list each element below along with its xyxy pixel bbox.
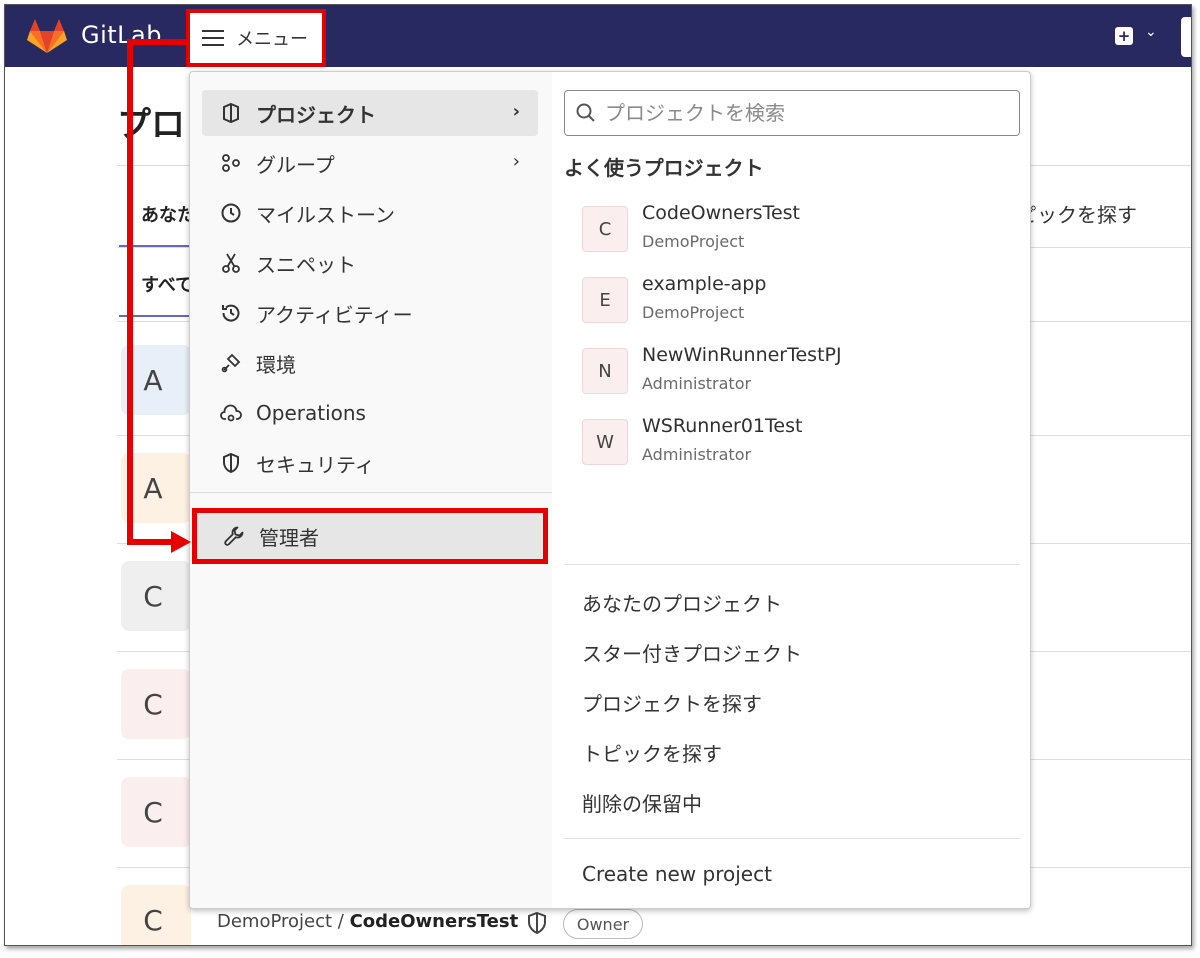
link-pending-deletion[interactable]: 削除の保留中 <box>582 788 702 817</box>
tab-your-projects[interactable]: あなた <box>141 201 195 227</box>
project-avatar: N <box>582 348 628 394</box>
menu-item-environments[interactable]: 環境 <box>202 340 538 386</box>
frequent-project-item[interactable]: E example-app DemoProject <box>582 271 1002 327</box>
subtab-all[interactable]: すべて <box>141 271 193 297</box>
environment-icon <box>221 353 241 373</box>
browser-frame: GitLab メニュー + ⌄ プロ あなた ピックを探す すべて A A C … <box>4 4 1192 946</box>
menu-divider <box>564 564 1020 565</box>
main-menu-dropdown: プロジェクト › グループ › マイルストーン スニペット アクティビティー 環… <box>189 71 1031 909</box>
hamburger-icon <box>202 30 224 46</box>
menu-nav-panel: プロジェクト › グループ › マイルストーン スニペット アクティビティー 環… <box>190 72 552 908</box>
gitlab-logo-icon[interactable] <box>27 19 67 55</box>
menu-item-label: セキュリティ <box>256 452 375 477</box>
clock-icon <box>221 203 241 223</box>
project-avatar[interactable]: C <box>121 669 191 739</box>
project-namespace: DemoProject <box>642 232 745 251</box>
tab-explore-topics[interactable]: ピックを探す <box>1017 199 1137 228</box>
link-create-new-project[interactable]: Create new project <box>582 862 772 886</box>
link-explore-topics[interactable]: トピックを探す <box>582 738 722 767</box>
chevron-right-icon: › <box>512 151 520 172</box>
annotation-connector <box>127 39 189 45</box>
project-avatar[interactable]: C <box>121 885 191 945</box>
project-search-input[interactable] <box>605 101 1005 125</box>
project-namespace: Administrator <box>642 445 752 464</box>
project-name: NewWinRunnerTestPJ <box>642 344 842 366</box>
search-icon <box>576 103 595 122</box>
annotation-arrowhead <box>171 531 191 553</box>
wrench-icon <box>224 526 244 546</box>
project-namespace: DemoProject / <box>217 911 350 932</box>
frequent-project-item[interactable]: C CodeOwnersTest DemoProject <box>582 200 1002 256</box>
project-avatar[interactable]: C <box>121 561 191 631</box>
project-namespace: Administrator <box>642 374 752 393</box>
project-name: example-app <box>642 273 767 295</box>
cloud-gear-icon <box>220 404 242 422</box>
menu-item-label: マイルストーン <box>256 202 395 227</box>
project-avatar: C <box>582 206 628 252</box>
history-icon <box>222 304 240 322</box>
role-badge: Owner <box>563 909 643 939</box>
annotation-connector <box>127 539 173 545</box>
project-name: CodeOwnersTest <box>642 202 800 224</box>
search-field-edge <box>1181 17 1191 57</box>
project-row-title[interactable]: DemoProject / CodeOwnersTest <box>217 911 518 932</box>
menu-item-security[interactable]: セキュリティ <box>202 440 538 486</box>
menu-item-label: アクティビティー <box>256 302 413 327</box>
frequent-project-item[interactable]: N NewWinRunnerTestPJ Administrator <box>582 342 1002 398</box>
menu-button-label: メニュー <box>236 29 308 50</box>
menu-item-label: 環境 <box>256 352 296 377</box>
chevron-down-icon[interactable]: ⌄ <box>1145 24 1157 40</box>
menu-divider <box>190 492 552 493</box>
project-avatar: E <box>582 277 628 323</box>
group-icon <box>222 154 240 172</box>
project-namespace: DemoProject <box>642 303 745 322</box>
menu-item-milestones[interactable]: マイルストーン <box>202 190 538 236</box>
link-explore-projects[interactable]: プロジェクトを探す <box>582 688 762 717</box>
menu-item-label: Operations <box>256 401 366 425</box>
project-name: WSRunner01Test <box>642 415 803 437</box>
project-name[interactable]: CodeOwnersTest <box>350 911 519 932</box>
project-icon <box>223 102 239 124</box>
chevron-right-icon: › <box>512 101 520 122</box>
project-search-box[interactable] <box>564 90 1020 136</box>
scissors-icon <box>222 253 240 273</box>
link-your-projects[interactable]: あなたのプロジェクト <box>582 588 782 617</box>
menu-item-projects[interactable]: プロジェクト › <box>202 90 538 136</box>
menu-item-operations[interactable]: Operations <box>202 390 538 436</box>
frequent-project-item[interactable]: W WSRunner01Test Administrator <box>582 413 1002 469</box>
menu-item-label: グループ <box>256 152 335 177</box>
menu-item-label: プロジェクト <box>256 102 376 127</box>
shield-icon <box>528 911 546 935</box>
shield-icon <box>223 452 239 474</box>
project-avatar[interactable]: C <box>121 777 191 847</box>
menu-button[interactable]: メニュー <box>186 9 326 67</box>
menu-item-activity[interactable]: アクティビティー <box>202 290 538 336</box>
top-navbar: GitLab メニュー + ⌄ <box>5 5 1191 67</box>
menu-item-label: 管理者 <box>259 525 319 550</box>
project-avatar: W <box>582 419 628 465</box>
new-item-icon[interactable]: + <box>1115 27 1133 45</box>
menu-item-admin[interactable]: 管理者 <box>192 508 548 564</box>
link-starred-projects[interactable]: スター付きプロジェクト <box>582 638 802 667</box>
menu-item-label: スニペット <box>256 252 356 277</box>
frequent-projects-heading: よく使うプロジェクト <box>564 156 764 180</box>
menu-item-snippets[interactable]: スニペット <box>202 240 538 286</box>
menu-item-groups[interactable]: グループ › <box>202 140 538 186</box>
annotation-connector <box>127 39 133 545</box>
menu-divider <box>564 838 1020 839</box>
